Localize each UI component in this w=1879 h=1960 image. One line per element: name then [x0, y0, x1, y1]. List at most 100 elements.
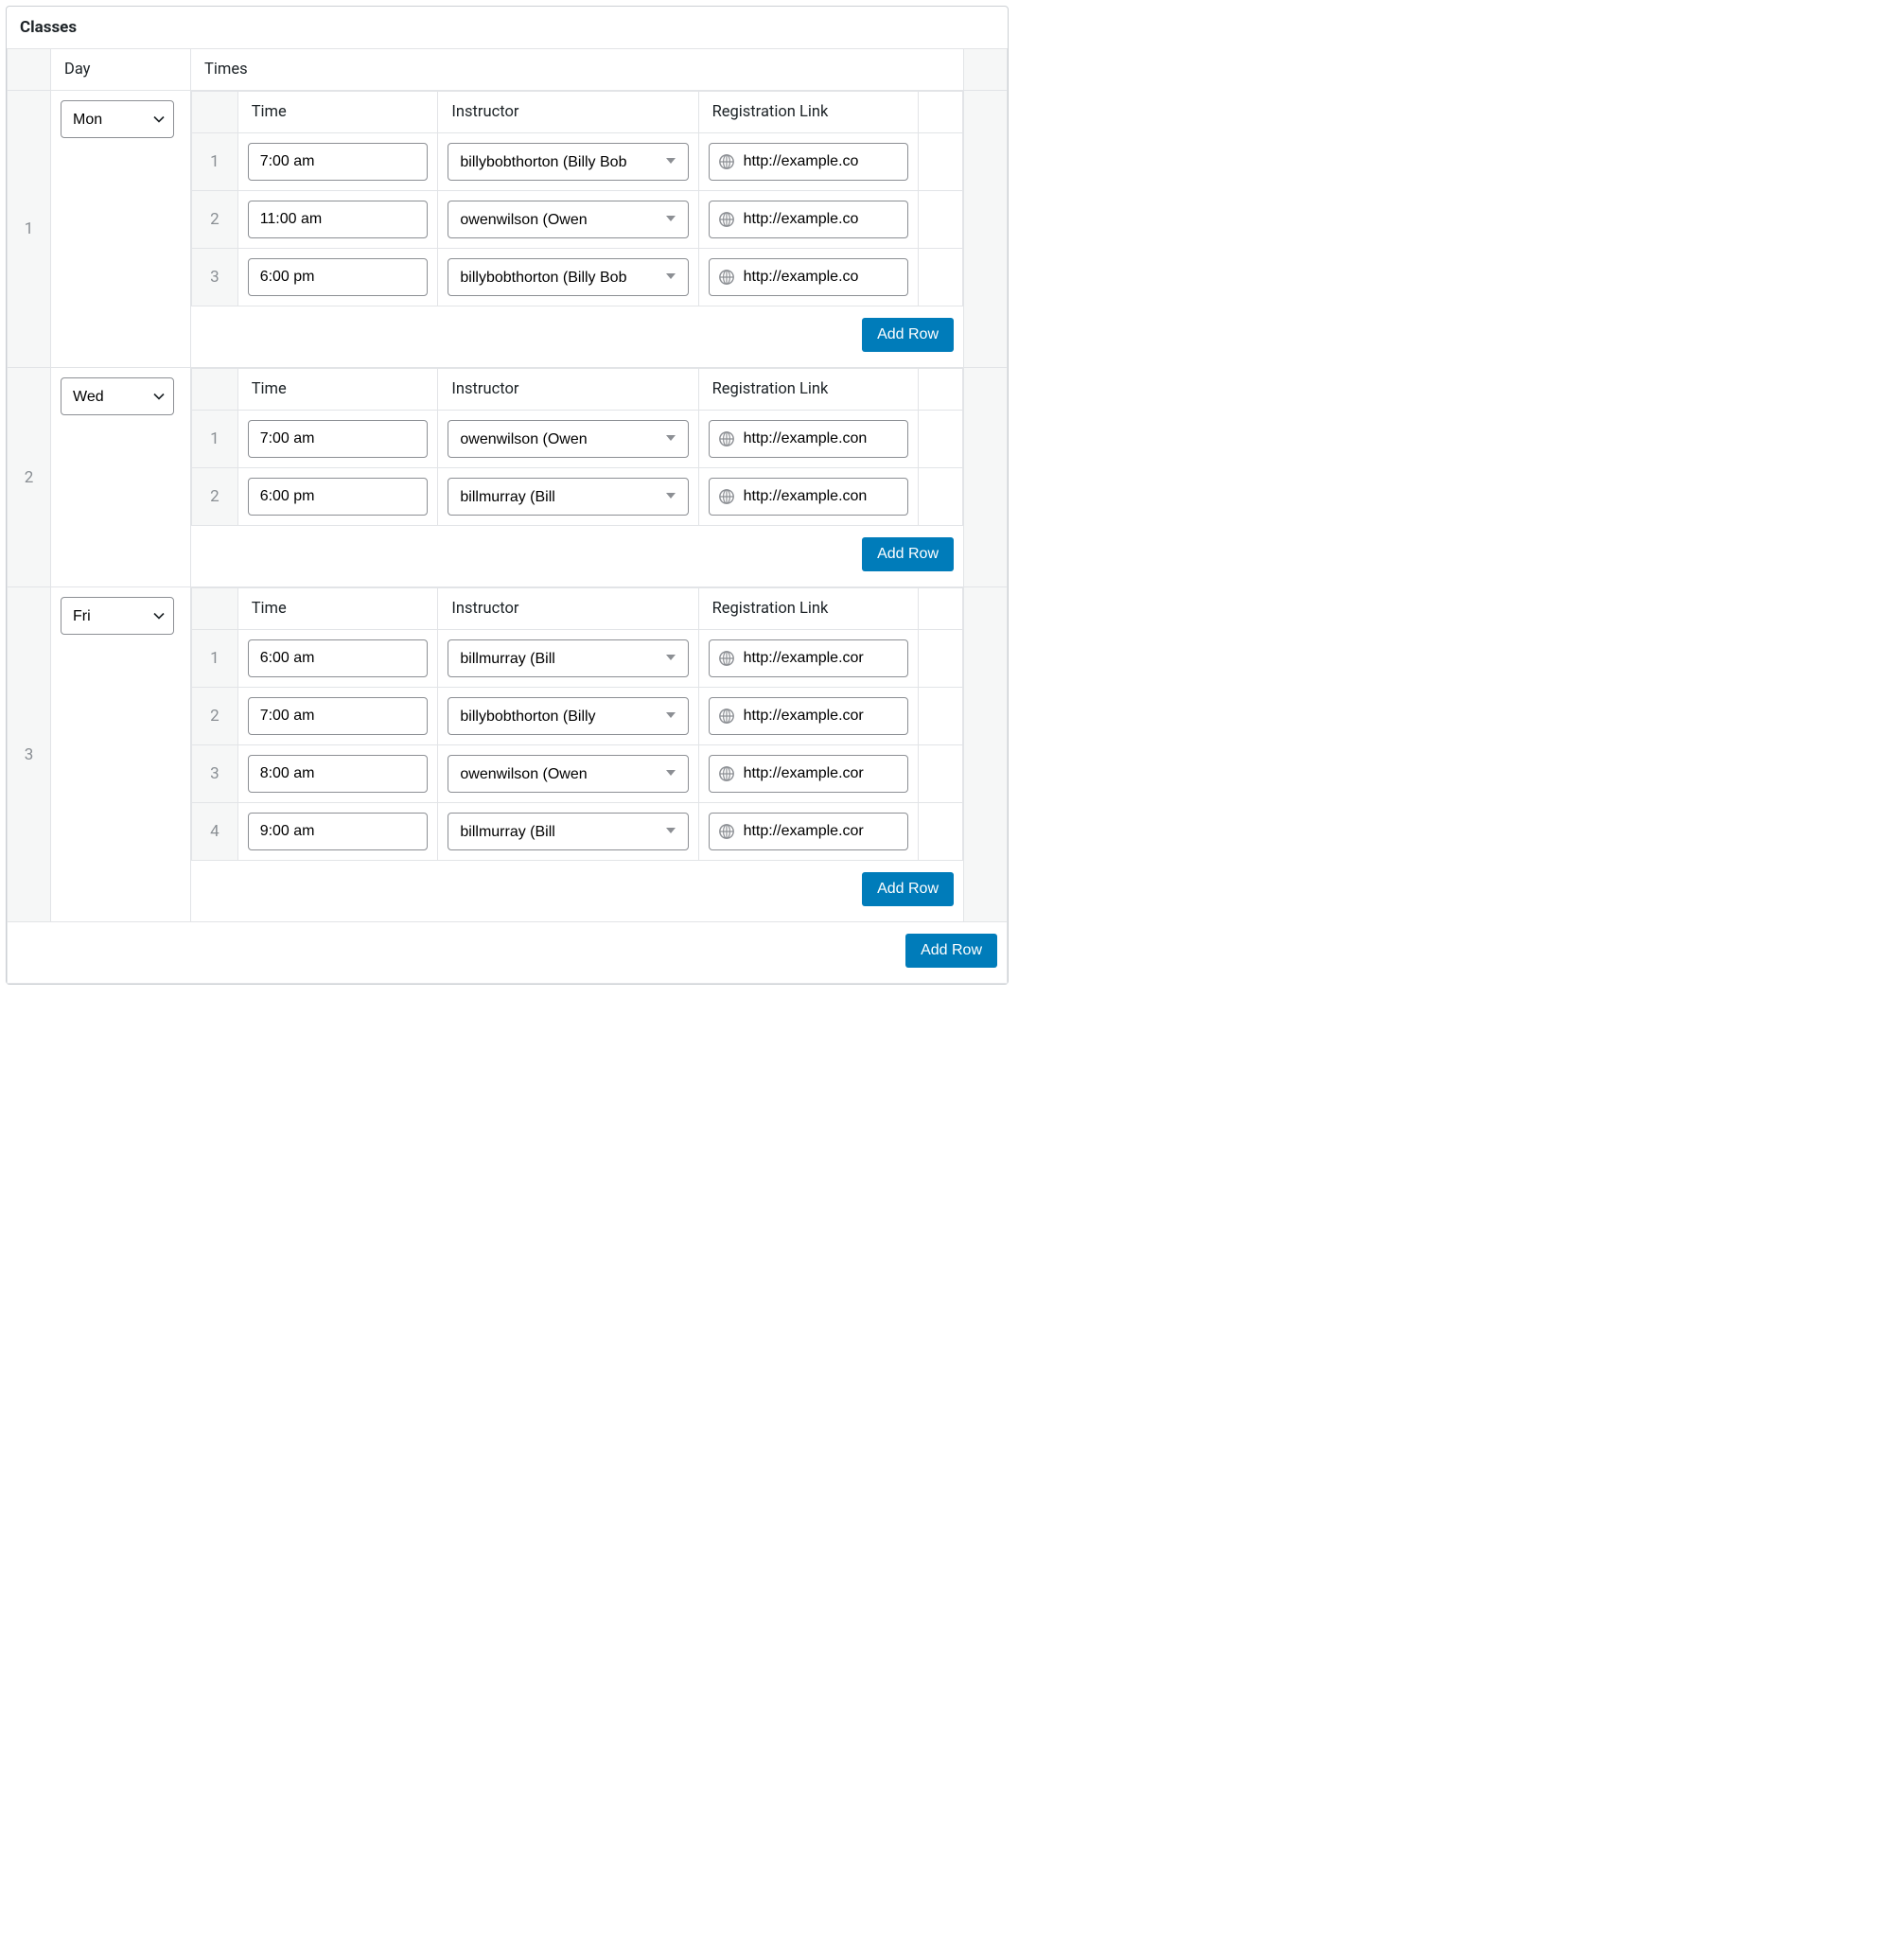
registration-link-input[interactable]: [709, 143, 909, 181]
slot-index: 1: [192, 630, 238, 688]
inner-index-header: [192, 588, 238, 630]
slot-index: 3: [192, 249, 238, 306]
registration-cell: [698, 249, 919, 306]
registration-header: Registration Link: [698, 369, 919, 411]
registration-header: Registration Link: [698, 92, 919, 133]
instructor-cell: billmurray (Bill: [438, 630, 698, 688]
slot-row: 2 billybobthorton (Billy: [192, 688, 963, 745]
time-input[interactable]: [248, 813, 429, 850]
inner-index-header: [192, 369, 238, 411]
instructor-cell: billybobthorton (Billy Bob: [438, 133, 698, 191]
time-input[interactable]: [248, 755, 429, 793]
time-input[interactable]: [248, 420, 429, 458]
slot-index: 3: [192, 745, 238, 803]
registration-cell: [698, 803, 919, 861]
slot-tail: [919, 468, 963, 526]
day-tail: [964, 587, 1008, 922]
instructor-select[interactable]: billmurray (Bill: [448, 639, 688, 677]
registration-link-input[interactable]: [709, 258, 909, 296]
times-header: Times: [191, 49, 964, 91]
classes-panel: Classes Day Times 1 Mon: [6, 6, 1009, 985]
slot-index: 2: [192, 468, 238, 526]
slot-row: 3 billybobthorton (Billy Bob: [192, 249, 963, 306]
instructor-select[interactable]: billybobthorton (Billy Bob: [448, 143, 688, 181]
day-row: 3 Fri Time Instructor Registratio: [8, 587, 1008, 922]
slot-index: 4: [192, 803, 238, 861]
days-repeater: Day Times 1 Mon Time: [7, 48, 1008, 922]
outer-tail-header: [964, 49, 1008, 91]
slot-tail: [919, 630, 963, 688]
time-input[interactable]: [248, 478, 429, 516]
time-input[interactable]: [248, 143, 429, 181]
day-tail: [964, 368, 1008, 587]
day-select[interactable]: Fri: [61, 597, 174, 635]
slot-tail: [919, 411, 963, 468]
instructor-header: Instructor: [438, 92, 698, 133]
day-cell: Wed: [51, 368, 191, 587]
add-slot-row-button[interactable]: Add Row: [862, 537, 954, 571]
add-day-row-button[interactable]: Add Row: [905, 934, 997, 968]
day-select[interactable]: Wed: [61, 377, 174, 415]
instructor-header: Instructor: [438, 369, 698, 411]
slot-tail: [919, 745, 963, 803]
registration-link-input[interactable]: [709, 639, 909, 677]
instructor-select[interactable]: billmurray (Bill: [448, 813, 688, 850]
registration-cell: [698, 191, 919, 249]
instructor-select[interactable]: billybobthorton (Billy Bob: [448, 258, 688, 296]
registration-link-input[interactable]: [709, 813, 909, 850]
inner-tail-header: [919, 92, 963, 133]
registration-cell: [698, 745, 919, 803]
instructor-select[interactable]: billmurray (Bill: [448, 478, 688, 516]
times-cell: Time Instructor Registration Link 1 owen…: [191, 368, 964, 587]
slots-repeater: Time Instructor Registration Link 1 bill…: [191, 587, 963, 861]
time-cell: [237, 688, 438, 745]
instructor-select[interactable]: owenwilson (Owen: [448, 755, 688, 793]
panel-title: Classes: [7, 7, 1008, 48]
instructor-select[interactable]: owenwilson (Owen: [448, 420, 688, 458]
time-input[interactable]: [248, 201, 429, 238]
day-index: 3: [8, 587, 51, 922]
add-slot-row-button[interactable]: Add Row: [862, 318, 954, 352]
instructor-select[interactable]: billybobthorton (Billy: [448, 697, 688, 735]
day-row: 2 Wed Time Instructor Registratio: [8, 368, 1008, 587]
slot-row: 4 billmurray (Bill: [192, 803, 963, 861]
registration-cell: [698, 133, 919, 191]
time-cell: [237, 630, 438, 688]
inner-footer: Add Row: [191, 526, 963, 586]
time-input[interactable]: [248, 697, 429, 735]
inner-tail-header: [919, 588, 963, 630]
outer-index-header: [8, 49, 51, 91]
slot-row: 2 billmurray (Bill: [192, 468, 963, 526]
day-select[interactable]: Mon: [61, 100, 174, 138]
time-cell: [237, 411, 438, 468]
day-cell: Mon: [51, 91, 191, 368]
instructor-cell: billybobthorton (Billy: [438, 688, 698, 745]
time-input[interactable]: [248, 639, 429, 677]
slot-index: 2: [192, 191, 238, 249]
registration-link-input[interactable]: [709, 201, 909, 238]
registration-cell: [698, 630, 919, 688]
add-slot-row-button[interactable]: Add Row: [862, 872, 954, 906]
slot-row: 1 billybobthorton (Billy Bob: [192, 133, 963, 191]
slot-row: 1 owenwilson (Owen: [192, 411, 963, 468]
instructor-cell: owenwilson (Owen: [438, 191, 698, 249]
instructor-cell: billmurray (Bill: [438, 468, 698, 526]
inner-index-header: [192, 92, 238, 133]
registration-link-input[interactable]: [709, 697, 909, 735]
time-header: Time: [237, 92, 438, 133]
registration-link-input[interactable]: [709, 420, 909, 458]
registration-cell: [698, 688, 919, 745]
time-input[interactable]: [248, 258, 429, 296]
time-header: Time: [237, 369, 438, 411]
slot-index: 1: [192, 133, 238, 191]
instructor-cell: billmurray (Bill: [438, 803, 698, 861]
slots-repeater: Time Instructor Registration Link 1 owen…: [191, 368, 963, 526]
instructor-select[interactable]: owenwilson (Owen: [448, 201, 688, 238]
time-header: Time: [237, 588, 438, 630]
day-cell: Fri: [51, 587, 191, 922]
registration-link-input[interactable]: [709, 755, 909, 793]
day-index: 2: [8, 368, 51, 587]
time-cell: [237, 468, 438, 526]
slot-row: 2 owenwilson (Owen: [192, 191, 963, 249]
registration-link-input[interactable]: [709, 478, 909, 516]
